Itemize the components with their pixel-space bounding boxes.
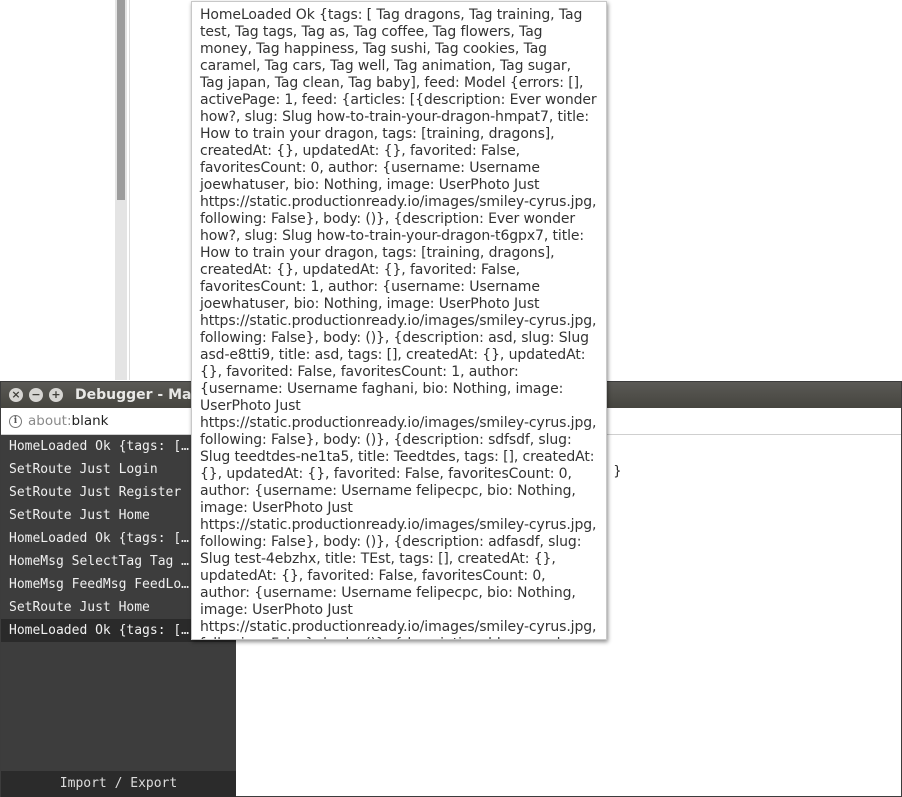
url-text[interactable]: about:blank <box>28 413 108 429</box>
background-divider <box>129 0 130 380</box>
url-path: blank <box>71 413 109 429</box>
url-scheme: about: <box>28 413 72 429</box>
maximize-icon: + <box>51 388 61 401</box>
close-icon: × <box>11 388 21 401</box>
tooltip-text: HomeLoaded Ok {tags: [ Tag dragons, Tag … <box>200 7 597 639</box>
close-window-button[interactable]: × <box>9 388 23 402</box>
message-tooltip: HomeLoaded Ok {tags: [ Tag dragons, Tag … <box>191 1 607 640</box>
background-scrollbar-thumb[interactable] <box>117 0 125 200</box>
info-icon[interactable]: i <box>9 415 22 428</box>
window-title: Debugger - Main <box>75 387 207 403</box>
minimize-icon: − <box>31 388 41 401</box>
import-export-button[interactable]: Import / Export <box>1 771 236 797</box>
maximize-window-button[interactable]: + <box>49 388 63 402</box>
minimize-window-button[interactable]: − <box>29 388 43 402</box>
